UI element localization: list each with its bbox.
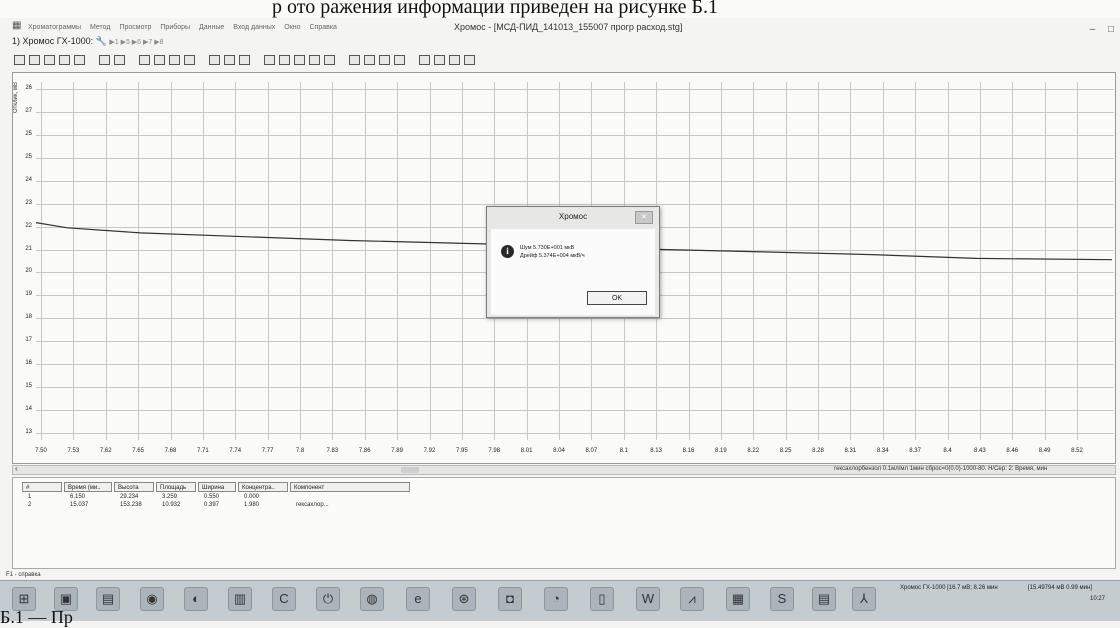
search-app-icon[interactable]: ◔ bbox=[544, 587, 568, 611]
table-cell: 6.150 bbox=[70, 494, 86, 500]
table-column-header[interactable]: Площадь bbox=[156, 482, 196, 492]
files-icon[interactable]: ▦ bbox=[726, 587, 750, 611]
dialog-close-button[interactable]: ✕ bbox=[635, 211, 653, 224]
chrome-icon[interactable]: ◉ bbox=[140, 587, 164, 611]
table-column-header[interactable]: Время (ми.. bbox=[64, 482, 112, 492]
method-info: гексахлорбензол 0.1мл/мл 1мин сброс=0(0.… bbox=[834, 466, 1048, 472]
ie-icon[interactable]: e bbox=[406, 587, 430, 611]
tray-readout-left: Хромос ГХ-1000 [16.7 мВ; 8.26 мин bbox=[900, 585, 998, 591]
window-icon[interactable]: ▥ bbox=[228, 587, 252, 611]
app-tile-icon[interactable]: ▤ bbox=[96, 587, 120, 611]
table-cell: 0.397 bbox=[204, 502, 220, 508]
browser-icon[interactable]: ◍ bbox=[360, 587, 384, 611]
word-icon[interactable]: W bbox=[636, 587, 660, 611]
acrobat-icon[interactable]: ⅄ bbox=[852, 587, 876, 611]
noise-value: Шум 5.730E+001 мкВ bbox=[520, 245, 575, 251]
table-column-header[interactable]: Компонент bbox=[290, 482, 410, 492]
tray-readout-right: [15.49794 мВ 0.99 мин] bbox=[1028, 585, 1092, 591]
ok-button[interactable]: OK bbox=[587, 291, 647, 305]
table-column-header[interactable]: Концентра.. bbox=[238, 482, 288, 492]
table-cell: 1.980 bbox=[244, 502, 260, 508]
skype-icon[interactable]: S bbox=[770, 587, 794, 611]
table-column-header[interactable]: # bbox=[22, 482, 62, 492]
media-icon[interactable]: ◐ bbox=[184, 587, 208, 611]
info-icon: i bbox=[501, 245, 514, 258]
table-cell: 0.550 bbox=[204, 494, 220, 500]
info-dialog: Хромос ✕ i Шум 5.730E+001 мкВ Дрейф 5.37… bbox=[486, 206, 660, 318]
camera-icon[interactable]: ◘ bbox=[498, 587, 522, 611]
drift-value: Дрейф 5.374E+004 мкВ/ч bbox=[520, 253, 585, 259]
table-column-header[interactable]: Высота bbox=[114, 482, 154, 492]
dialog-message: Шум 5.730E+001 мкВ Дрейф 5.374E+004 мкВ/… bbox=[520, 244, 585, 260]
power-icon[interactable]: ⏻ bbox=[316, 587, 340, 611]
dialog-body: i Шум 5.730E+001 мкВ Дрейф 5.374E+004 мк… bbox=[491, 229, 655, 315]
scroll-left-icon[interactable]: ‹ bbox=[15, 464, 18, 473]
dialog-title: Хромос bbox=[558, 212, 588, 221]
notes-icon[interactable]: ▤ bbox=[812, 587, 836, 611]
table-column-header[interactable]: Ширина bbox=[198, 482, 236, 492]
table-cell: 153.238 bbox=[120, 502, 142, 508]
table-cell: 10.932 bbox=[162, 502, 181, 508]
scroll-thumb[interactable] bbox=[401, 467, 419, 473]
table-cell: 2 bbox=[28, 502, 32, 508]
clock: 10:27 bbox=[1090, 596, 1106, 602]
table-cell: 3.259 bbox=[162, 494, 178, 500]
table-cell: 15.037 bbox=[70, 502, 89, 508]
status-bar: F1 - справка bbox=[6, 572, 41, 578]
table-cell: гексахлор... bbox=[296, 502, 329, 508]
ccleaner-icon[interactable]: C bbox=[272, 587, 296, 611]
chromos-app-icon[interactable]: ⩘ bbox=[680, 587, 704, 611]
table-cell: 1 bbox=[28, 494, 32, 500]
table-cell: 29.234 bbox=[120, 494, 139, 500]
table-cell: 0.000 bbox=[244, 494, 260, 500]
figure-caption: Б.1 — Пр bbox=[0, 607, 73, 627]
document-icon[interactable]: ▯ bbox=[590, 587, 614, 611]
chrome-alt-icon[interactable]: ⊛ bbox=[452, 587, 476, 611]
